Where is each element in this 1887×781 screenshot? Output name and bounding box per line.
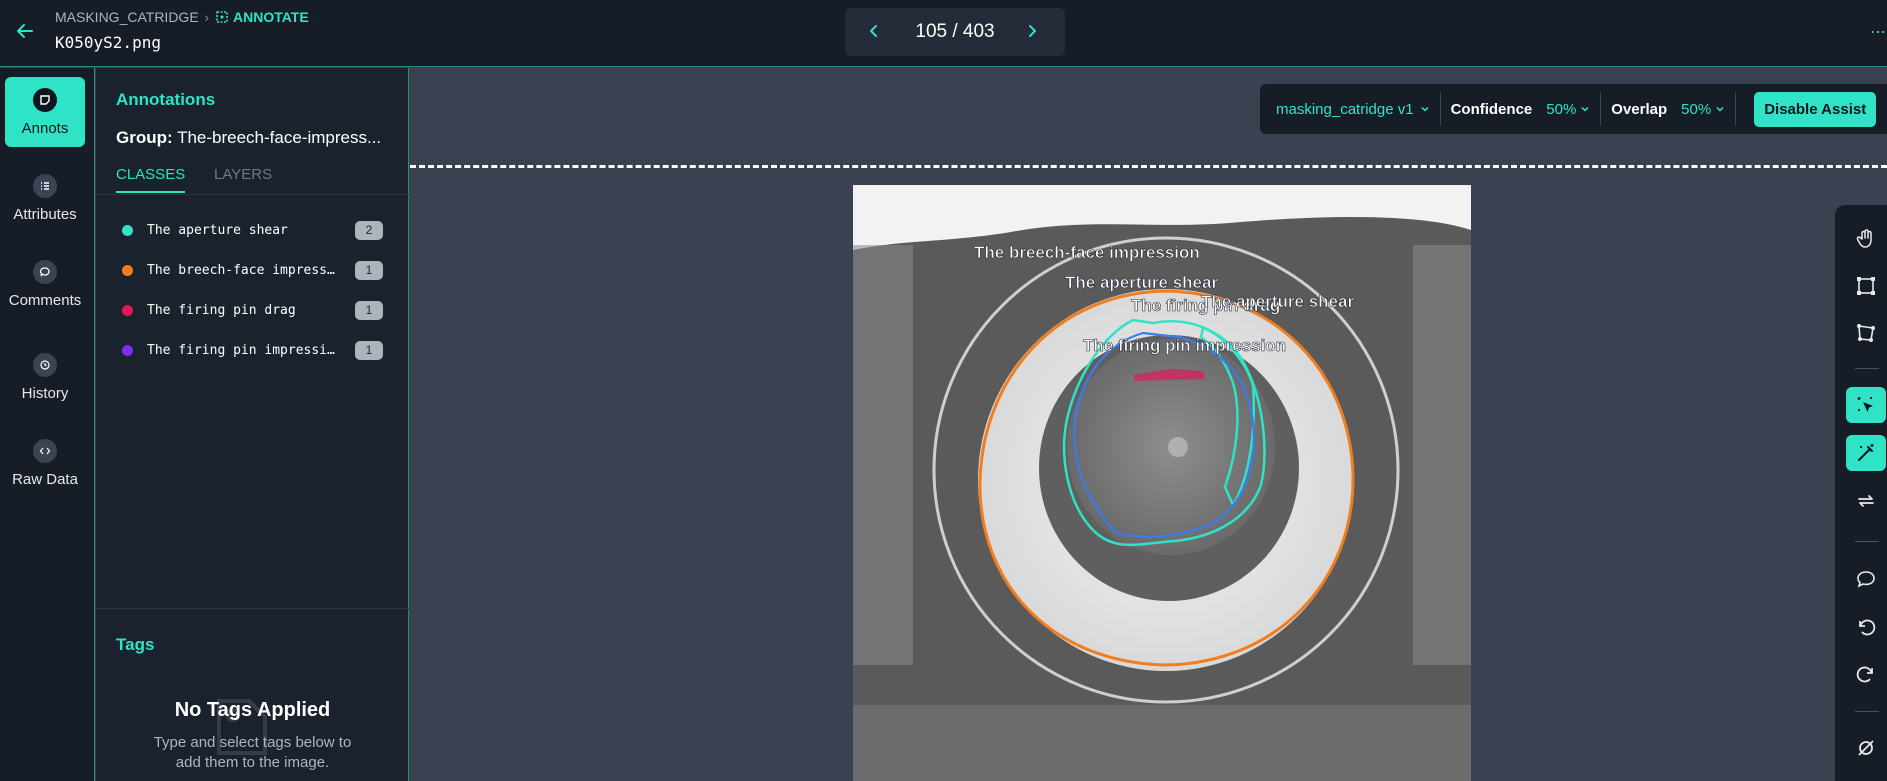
toolbar-divider [1855, 368, 1879, 369]
class-count-badge: 1 [355, 300, 383, 320]
left-rail: Annots Attributes Comments History Raw D… [0, 68, 95, 781]
divider [1735, 92, 1737, 126]
overlap-select[interactable]: 50% [1681, 101, 1725, 118]
annotations-panel: Annotations Group: The-breech-face-impre… [96, 68, 409, 781]
rail-label-attributes: Attributes [13, 205, 77, 223]
class-count-badge: 2 [355, 220, 383, 240]
chevron-down-icon [1716, 106, 1724, 112]
overlap-value: 50% [1681, 100, 1712, 118]
confidence-select[interactable]: 50% [1546, 101, 1590, 118]
tab-classes[interactable]: CLASSES [116, 166, 186, 193]
assist-toolbar: masking_catridge v1 Confidence 50% Overl… [1260, 84, 1887, 134]
tags-section: Tags No Tags Applied Type and select tag… [96, 608, 409, 781]
class-name: The aperture shear [147, 222, 288, 238]
annotation-icon [33, 87, 57, 112]
model-selector[interactable]: masking_catridge v1 [1276, 101, 1430, 118]
chevron-down-icon [1581, 106, 1589, 112]
class-name: The firing pin drag [147, 302, 296, 318]
swap-icon[interactable] [1846, 483, 1886, 519]
smart-select-icon[interactable] [1846, 387, 1886, 423]
group-label: Group: [116, 128, 173, 147]
toolbar-divider [1855, 711, 1879, 712]
rail-item-history[interactable]: History [5, 342, 85, 412]
class-count-badge: 1 [355, 260, 383, 280]
polygon-icon[interactable] [1846, 315, 1886, 351]
previous-image-button[interactable] [867, 22, 885, 43]
class-row-firing-pin-drag[interactable]: The firing pin drag 1 [96, 290, 409, 330]
rail-label-raw-data: Raw Data [12, 470, 78, 488]
tags-title: Tags [116, 635, 155, 654]
rail-item-annots[interactable]: Annots [5, 77, 85, 147]
class-color-dot [122, 304, 133, 316]
chevron-right-icon: › [204, 9, 209, 25]
more-options-icon[interactable]: ⋯ [1870, 22, 1887, 42]
undo-icon[interactable] [1846, 609, 1886, 645]
breadcrumb-mode: ANNOTATE [233, 9, 309, 25]
divider [1439, 92, 1441, 126]
overlap-label: Overlap [1611, 100, 1668, 118]
class-list: The aperture shear 2 The breech-face imp… [96, 210, 409, 370]
label-firing-pin-impression: The firing pin impression [1083, 336, 1286, 355]
right-toolbar [1835, 205, 1887, 781]
next-image-button[interactable] [1025, 22, 1043, 43]
toolbar-divider [1855, 541, 1879, 542]
confidence-value: 50% [1546, 100, 1577, 118]
annotate-icon [216, 11, 228, 23]
breadcrumb-project[interactable]: MASKING_CATRIDGE [55, 9, 199, 25]
class-color-dot [122, 264, 133, 276]
canvas-guide-line [410, 165, 1887, 168]
rail-item-comments[interactable]: Comments [5, 249, 85, 319]
breadcrumb-annotate: ANNOTATE [215, 9, 309, 25]
code-icon [33, 438, 57, 463]
page-counter: 105 / 403 [915, 21, 995, 42]
chat-bubble-icon [33, 259, 57, 284]
label-aperture-shear-1: The aperture shear [1065, 273, 1218, 292]
history-icon [33, 352, 57, 377]
class-name: The firing pin impressi… [147, 342, 335, 358]
image-pager: 105 / 403 [845, 8, 1065, 56]
class-row-firing-pin-impression[interactable]: The firing pin impressi… 1 [96, 330, 409, 370]
divider [1600, 92, 1602, 126]
disable-assist-button[interactable]: Disable Assist [1754, 91, 1877, 127]
firing-pin-center [1168, 437, 1188, 457]
rail-label-annots: Annots [21, 119, 69, 137]
label-breech-face: The breech-face impression [974, 243, 1200, 262]
class-color-dot [122, 344, 133, 356]
rail-label-history: History [21, 384, 69, 402]
magic-wand-icon[interactable] [1846, 435, 1886, 471]
class-color-dot [122, 224, 133, 236]
label-aperture-shear-2: The aperture shear [1201, 292, 1354, 311]
chevron-down-icon [1421, 106, 1429, 112]
group-value: The-breech-face-impress... [177, 128, 382, 147]
annotation-canvas[interactable]: masking_catridge v1 Confidence 50% Overl… [410, 68, 1887, 781]
class-row-aperture-shear[interactable]: The aperture shear 2 [96, 210, 409, 250]
comment-icon[interactable] [1846, 561, 1886, 597]
back-arrow-icon[interactable] [14, 20, 36, 42]
panel-tabs: CLASSES LAYERS [96, 166, 409, 195]
model-name: masking_catridge v1 [1276, 100, 1414, 118]
no-tags-title: No Tags Applied [174, 699, 331, 721]
rail-item-attributes[interactable]: Attributes [5, 163, 85, 233]
no-tags-subtitle: Type and select tags below to add them t… [153, 734, 352, 771]
hand-icon[interactable] [1846, 221, 1886, 257]
confidence-label: Confidence [1450, 100, 1533, 118]
class-row-breech-face-impression[interactable]: The breech-face impress… 1 [96, 250, 409, 290]
group-selector[interactable]: Group: The-breech-face-impress... [116, 128, 381, 148]
breadcrumb: MASKING_CATRIDGE › ANNOTATE [55, 9, 309, 25]
hide-icon[interactable] [1846, 730, 1886, 766]
annotated-image[interactable]: The breech-face impression The aperture … [853, 185, 1471, 781]
bounding-box-icon[interactable] [1846, 268, 1886, 304]
file-name: K050yS2.png [55, 33, 161, 52]
rail-item-raw-data[interactable]: Raw Data [5, 428, 85, 498]
panel-title: Annotations [116, 90, 216, 109]
top-bar: MASKING_CATRIDGE › ANNOTATE K050yS2.png … [0, 0, 1887, 67]
class-name: The breech-face impress… [147, 262, 335, 278]
list-icon [33, 173, 57, 198]
redo-icon[interactable] [1846, 656, 1886, 692]
rail-label-comments: Comments [8, 291, 82, 309]
class-count-badge: 1 [355, 340, 383, 360]
tab-layers[interactable]: LAYERS [214, 166, 272, 191]
